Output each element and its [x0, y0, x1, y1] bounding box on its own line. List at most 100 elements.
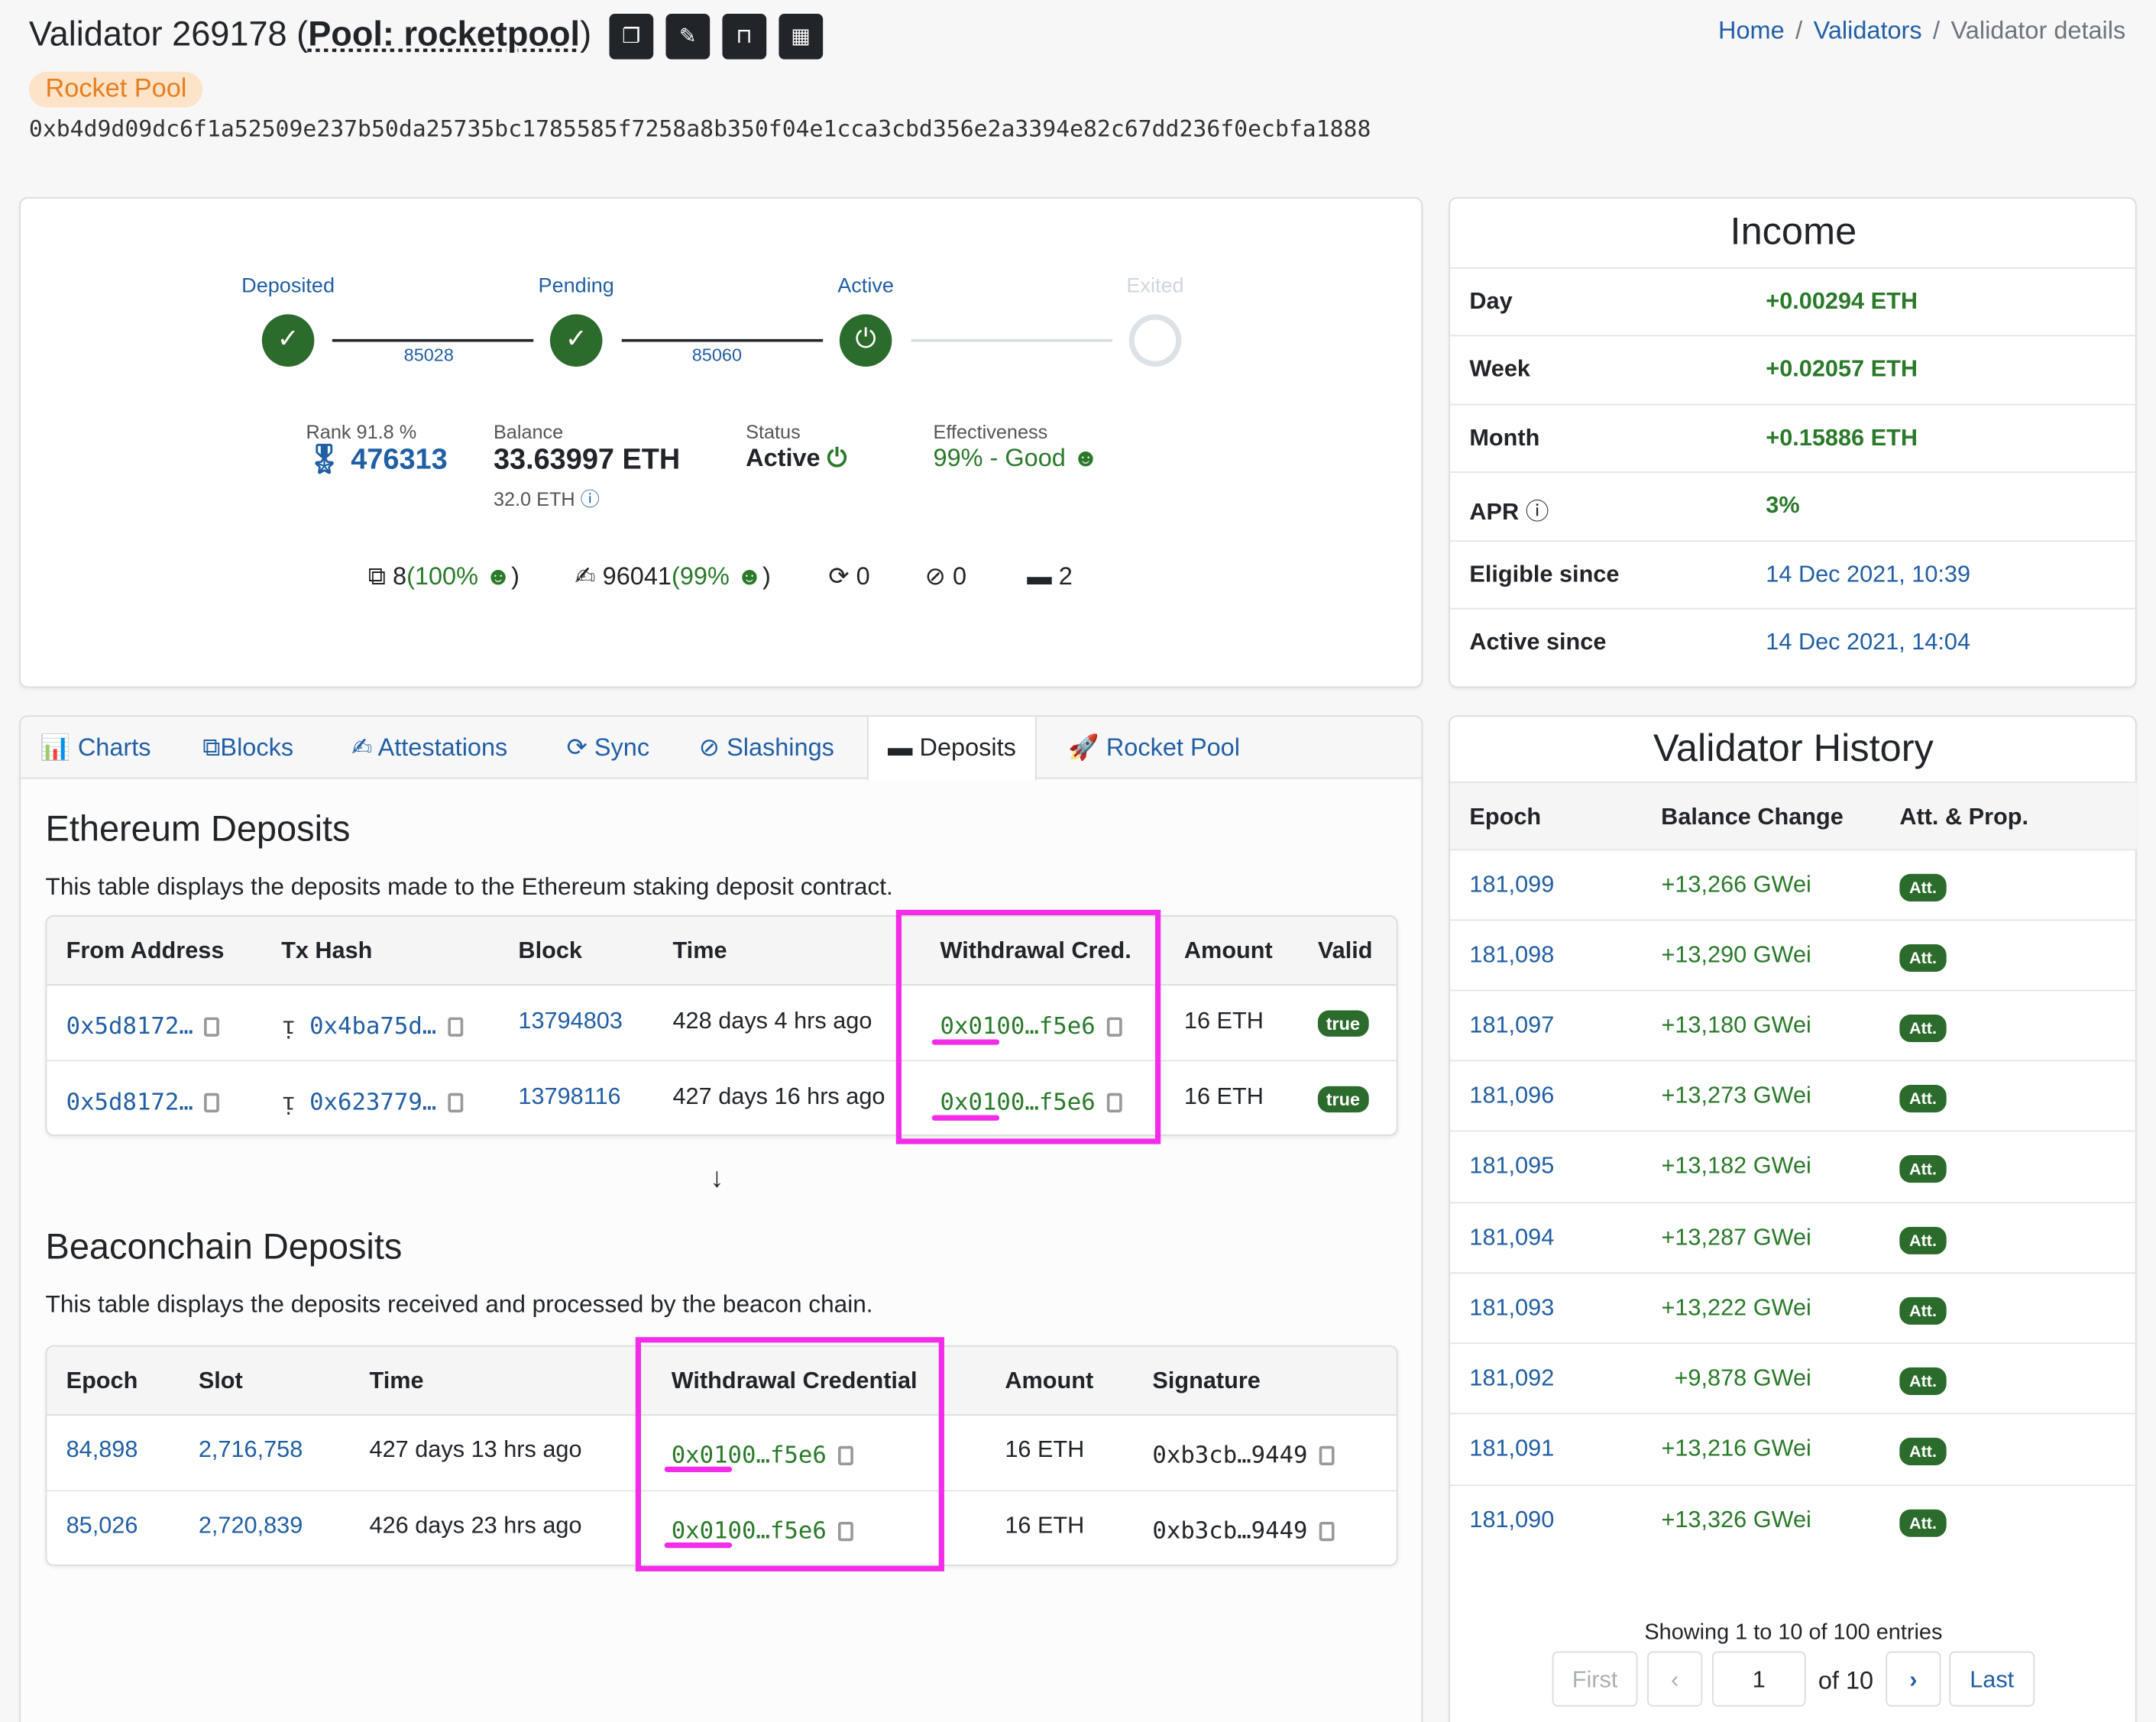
breadcrumb-validators[interactable]: Validators: [1814, 17, 1922, 44]
copy-icon[interactable]: [1314, 1517, 1334, 1542]
cubes-icon: ⧉: [202, 733, 221, 761]
copy-icon[interactable]: [1314, 1442, 1334, 1465]
epoch-activation-link[interactable]: 85060: [692, 345, 742, 365]
epoch-link[interactable]: 85,026: [66, 1512, 138, 1539]
page-input[interactable]: 1: [1711, 1651, 1806, 1707]
user-slash-icon: ⊘: [698, 733, 720, 761]
status-label: Status: [746, 420, 801, 443]
copy-icon: [443, 1089, 463, 1113]
copy-button[interactable]: ❐: [609, 14, 654, 60]
power-icon: ⏻: [827, 443, 847, 472]
page-count: of 10: [1818, 1666, 1874, 1694]
history-row: 181,091 +13,216 GWei Att.: [1450, 1413, 2137, 1483]
history-header: Epoch Balance Change Att. & Prop.: [1450, 782, 2137, 850]
tab-charts[interactable]: 📊 Charts: [21, 717, 170, 778]
tab-sync[interactable]: ⟳ Sync: [547, 717, 668, 778]
col-from-address: From Address: [66, 937, 225, 964]
slashings-counter: ⊘ 0: [924, 562, 967, 591]
history-row: 181,092 +9,878 GWei Att.: [1450, 1342, 2137, 1413]
copy-icon: [199, 1013, 220, 1037]
first-page-button[interactable]: First: [1552, 1651, 1638, 1707]
prev-page-button[interactable]: ‹: [1647, 1651, 1703, 1707]
pool-link[interactable]: Pool: rocketpool: [308, 15, 580, 54]
eth-deposits-description: This table displays the deposits made to…: [45, 872, 893, 901]
highlight-box: [895, 909, 1161, 1144]
income-row-week: Week +0.02057 ETH: [1450, 335, 2137, 403]
valid-badge: true: [1317, 1085, 1368, 1113]
from-address-link[interactable]: 0x5d8172…: [66, 1089, 220, 1116]
tab-deposits[interactable]: ▬ Deposits: [866, 717, 1037, 781]
deposit-time: 428 days 4 hrs ago: [672, 1007, 872, 1034]
user-slash-icon: ⊘: [924, 562, 946, 591]
help-icon[interactable]: ⓘ: [1526, 499, 1549, 525]
tab-attestations[interactable]: ✍ Attestations: [332, 717, 527, 778]
history-row: 181,097 +13,180 GWei Att.: [1450, 989, 2137, 1060]
income-title: Income: [1730, 209, 1857, 253]
history-title: Validator History: [1653, 726, 1934, 769]
validator-pubkey: 0xb4d9d09dc6f1a52509e237b50da25735bc1785…: [28, 115, 1371, 142]
slot-link[interactable]: 2,720,839: [199, 1512, 303, 1539]
active-power-icon: ⏻: [839, 314, 892, 367]
bookmark-button[interactable]: ⊓: [722, 14, 766, 60]
block-link[interactable]: 13798116: [518, 1083, 620, 1111]
table-button[interactable]: ▦: [779, 14, 823, 60]
attestations-counter: ✍ 96041(99% ☻): [575, 562, 771, 591]
file-signature-icon: ✍: [575, 562, 596, 591]
col-block: Block: [518, 937, 582, 964]
col-amount: Amount: [1005, 1367, 1094, 1394]
col-amount: Amount: [1183, 937, 1273, 964]
tx-hash-link[interactable]: ᴉ 0x4ba75d…: [281, 1013, 463, 1041]
wallet-icon: ▬: [887, 733, 913, 761]
epoch-deposit-link[interactable]: 85028: [404, 345, 454, 365]
tab-slashings[interactable]: ⊘ Slashings: [680, 717, 854, 778]
slot-link[interactable]: 2,716,758: [199, 1436, 303, 1464]
income-row-apr: APR ⓘ 3%: [1450, 471, 2137, 540]
chevron-left-icon: ‹: [1671, 1666, 1679, 1693]
sync-icon: ⟳: [566, 733, 588, 761]
balance-value: 33.63997 ETH: [493, 443, 681, 476]
step-connector: [332, 338, 534, 342]
beacon-deposits-description: This table displays the deposits receive…: [45, 1290, 873, 1318]
sync-counter: ⟳ 0: [828, 562, 870, 591]
income-row-month: Month +0.15886 ETH: [1450, 403, 2137, 473]
history-row: 181,096 +13,273 GWei Att.: [1450, 1060, 2137, 1131]
edit-button[interactable]: ✎: [665, 14, 711, 60]
person-icon: ᴉ: [281, 1089, 296, 1117]
col-time: Time: [672, 937, 727, 964]
col-valid: Valid: [1317, 937, 1373, 964]
block-link[interactable]: 13794803: [518, 1008, 622, 1035]
tab-rocket-pool[interactable]: 🚀 Rocket Pool: [1049, 717, 1259, 778]
col-signature: Signature: [1152, 1367, 1261, 1394]
highlight-underline: [664, 1542, 733, 1549]
history-row: 181,093 +13,222 GWei Att.: [1450, 1272, 2137, 1342]
breadcrumb-home[interactable]: Home: [1718, 17, 1785, 44]
tab-blocks[interactable]: ⧉Blocks: [183, 717, 312, 778]
eth-deposits-table: From Address Tx Hash Block Time Withdraw…: [45, 915, 1398, 1136]
signature-value: 0xb3cb…9449: [1152, 1442, 1334, 1469]
deposited-check-icon: ✓: [261, 314, 315, 367]
pending-check-icon: ✓: [549, 314, 603, 367]
chart-icon: 📊: [40, 733, 71, 761]
last-page-button[interactable]: Last: [1949, 1651, 2035, 1707]
history-row: 181,095 +13,182 GWei Att.: [1450, 1130, 2137, 1201]
step-pending-label: Pending: [538, 274, 614, 298]
sync-icon: ⟳: [828, 562, 850, 591]
deposits-counter: ▬ 2: [1027, 562, 1073, 591]
cubes-icon: ⧉: [367, 562, 386, 591]
history-row: 181,094 +13,287 GWei Att.: [1450, 1202, 2137, 1272]
col-epoch: Epoch: [66, 1367, 138, 1394]
from-address-link[interactable]: 0x5d8172…: [66, 1013, 220, 1041]
proposals-counter: ⧉ 8(100% ☻): [367, 562, 520, 591]
epoch-link[interactable]: 84,898: [66, 1436, 138, 1464]
overview-card: Deposited Pending Active Exited ✓ ✓ ⏻ 85…: [19, 197, 1423, 688]
history-row: 181,090 +13,326 GWei Att.: [1450, 1484, 2137, 1555]
smile-icon: ☻: [477, 562, 512, 591]
col-time: Time: [369, 1367, 424, 1394]
copy-icon: [443, 1013, 463, 1037]
history-row: 181,098 +13,290 GWei Att.: [1450, 919, 2137, 989]
next-page-button[interactable]: ›: [1886, 1651, 1941, 1707]
highlight-box: [635, 1337, 944, 1571]
rank-value[interactable]: 🎖 476313: [306, 444, 448, 477]
tx-hash-link[interactable]: ᴉ 0x623779…: [281, 1089, 463, 1117]
medal-icon: 🎖: [306, 443, 343, 476]
